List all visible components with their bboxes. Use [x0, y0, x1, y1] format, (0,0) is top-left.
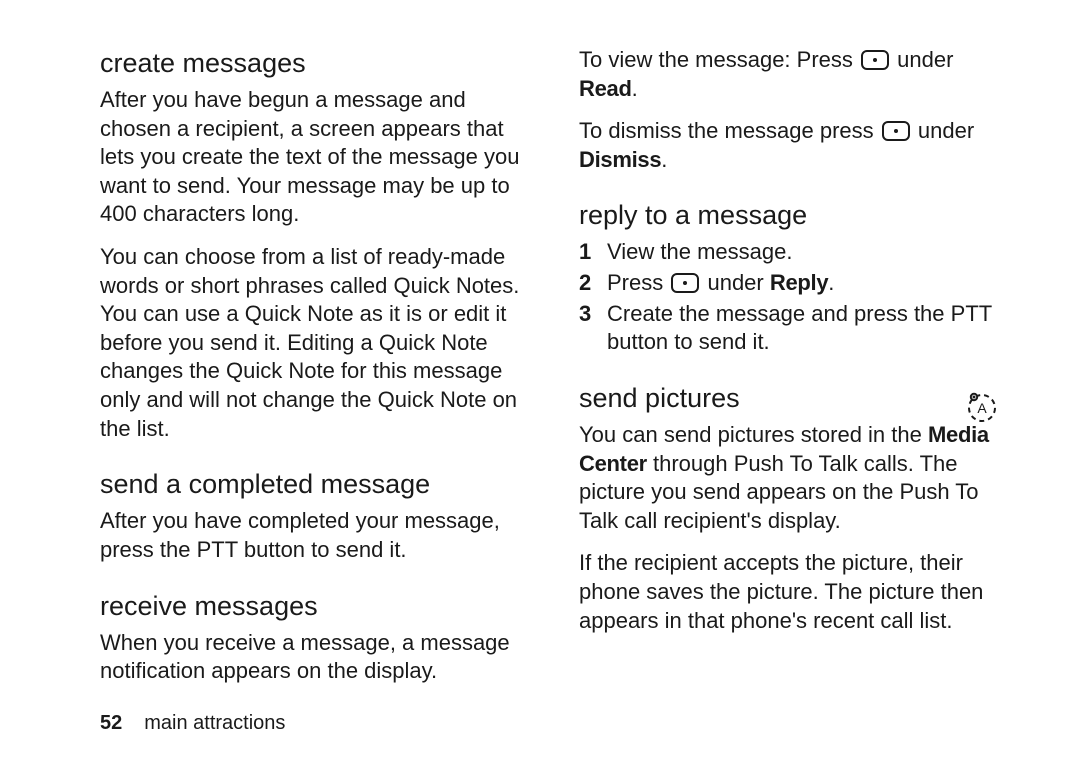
- softkey-icon: [882, 121, 910, 141]
- text: under: [912, 118, 974, 143]
- step-number: 1: [579, 238, 607, 267]
- page-number: 52: [100, 712, 122, 734]
- text: under: [891, 47, 953, 72]
- list-item: 2Press under Reply.: [579, 269, 1000, 298]
- step-text: View the message.: [607, 238, 1000, 267]
- list-item: 3Create the message and press the PTT bu…: [579, 300, 1000, 357]
- body-text: After you have completed your message, p…: [100, 507, 521, 564]
- body-text: If the recipient accepts the picture, th…: [579, 549, 1000, 635]
- heading-receive-messages: receive messages: [100, 589, 521, 624]
- step-number: 2: [579, 269, 607, 298]
- text: under: [701, 270, 770, 295]
- step-number: 3: [579, 300, 607, 357]
- body-text: When you receive a message, a message no…: [100, 629, 521, 686]
- svg-text:A: A: [977, 400, 987, 416]
- softkey-icon: [671, 273, 699, 293]
- softkey-label: Reply: [770, 270, 828, 295]
- step-text: Create the message and press the PTT but…: [607, 300, 1000, 357]
- body-text: After you have begun a message and chose…: [100, 86, 521, 229]
- body-text: To view the message: Press under Read.: [579, 46, 1000, 103]
- heading-send-pictures: send pictures: [579, 381, 1000, 416]
- text: To view the message: Press: [579, 47, 859, 72]
- page-columns: create messages After you have begun a m…: [100, 46, 1000, 696]
- text: You can send pictures stored in the: [579, 422, 928, 447]
- softkey-label: Dismiss: [579, 147, 661, 172]
- step-text: Press under Reply.: [607, 269, 1000, 298]
- softkey-icon: [861, 50, 889, 70]
- text: To dismiss the message press: [579, 118, 880, 143]
- softkey-label: Read: [579, 76, 632, 101]
- steps-list: 1View the message. 2Press under Reply. 3…: [579, 238, 1000, 356]
- heading-reply: reply to a message: [579, 198, 1000, 233]
- text: Press: [607, 270, 669, 295]
- body-text: To dismiss the message press under Dismi…: [579, 117, 1000, 174]
- list-item: 1View the message.: [579, 238, 1000, 267]
- section-name: main attractions: [144, 712, 285, 734]
- page-footer: 52 main attractions: [100, 710, 285, 736]
- heading-send-completed: send a completed message: [100, 467, 521, 502]
- network-service-icon: A: [966, 392, 998, 424]
- body-text: You can choose from a list of ready-made…: [100, 243, 521, 443]
- heading-create-messages: create messages: [100, 46, 521, 81]
- body-text: You can send pictures stored in the Medi…: [579, 421, 1000, 535]
